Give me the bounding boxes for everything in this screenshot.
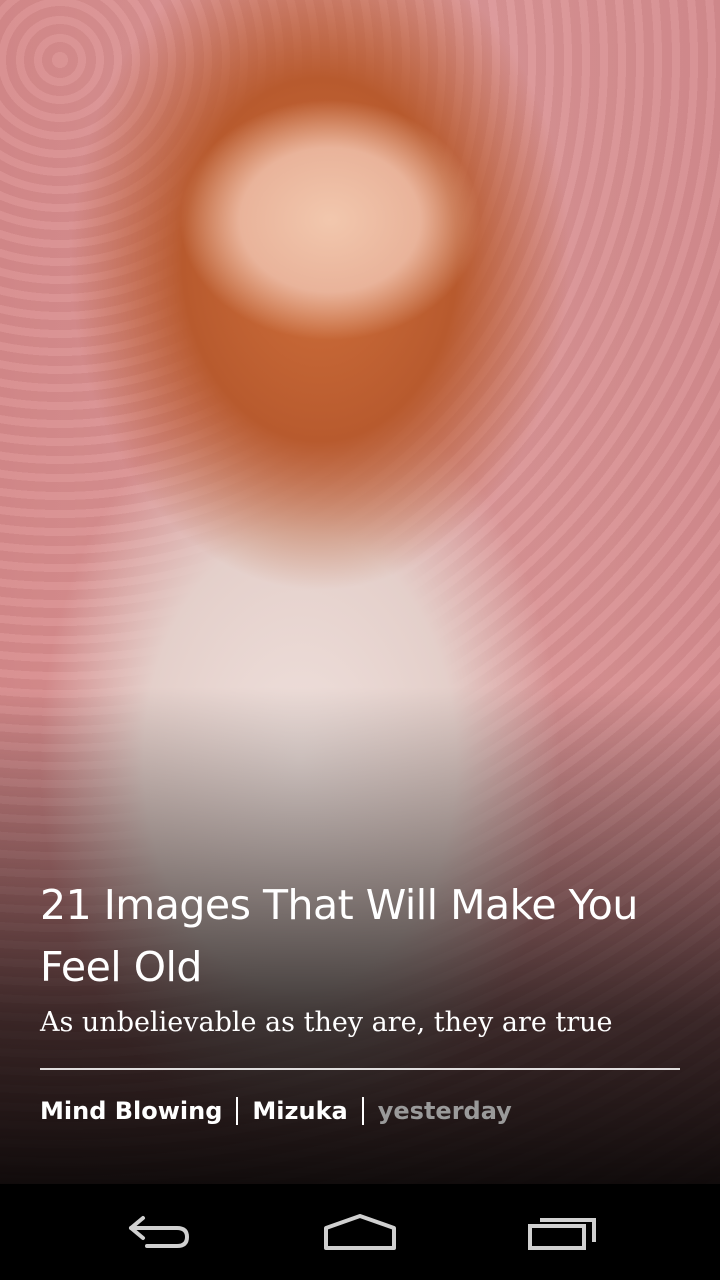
recent-apps-button[interactable] xyxy=(502,1184,622,1280)
article-subtitle: As unbelievable as they are, they are tr… xyxy=(40,1007,613,1038)
home-button[interactable] xyxy=(300,1184,420,1280)
article-headline[interactable]: 21 Images That Will Make You Feel Old xyxy=(40,874,680,998)
article-author[interactable]: Mizuka xyxy=(252,1096,347,1126)
article-info[interactable]: 21 Images That Will Make You Feel Old As… xyxy=(40,874,680,1126)
back-button[interactable] xyxy=(100,1184,220,1280)
article-time: yesterday xyxy=(377,1097,512,1125)
article-category[interactable]: Mind Blowing xyxy=(40,1096,222,1126)
back-arrow-icon xyxy=(129,1216,190,1248)
divider xyxy=(40,1068,680,1070)
home-icon xyxy=(324,1214,396,1250)
system-navigation-bar xyxy=(0,1184,720,1280)
recent-apps-icon xyxy=(528,1218,596,1250)
meta-separator xyxy=(236,1097,239,1125)
article-card-screen[interactable]: 21 Images That Will Make You Feel Old As… xyxy=(0,0,720,1280)
meta-separator xyxy=(361,1097,364,1125)
article-meta: Mind Blowing Mizuka yesterday xyxy=(40,1096,680,1126)
